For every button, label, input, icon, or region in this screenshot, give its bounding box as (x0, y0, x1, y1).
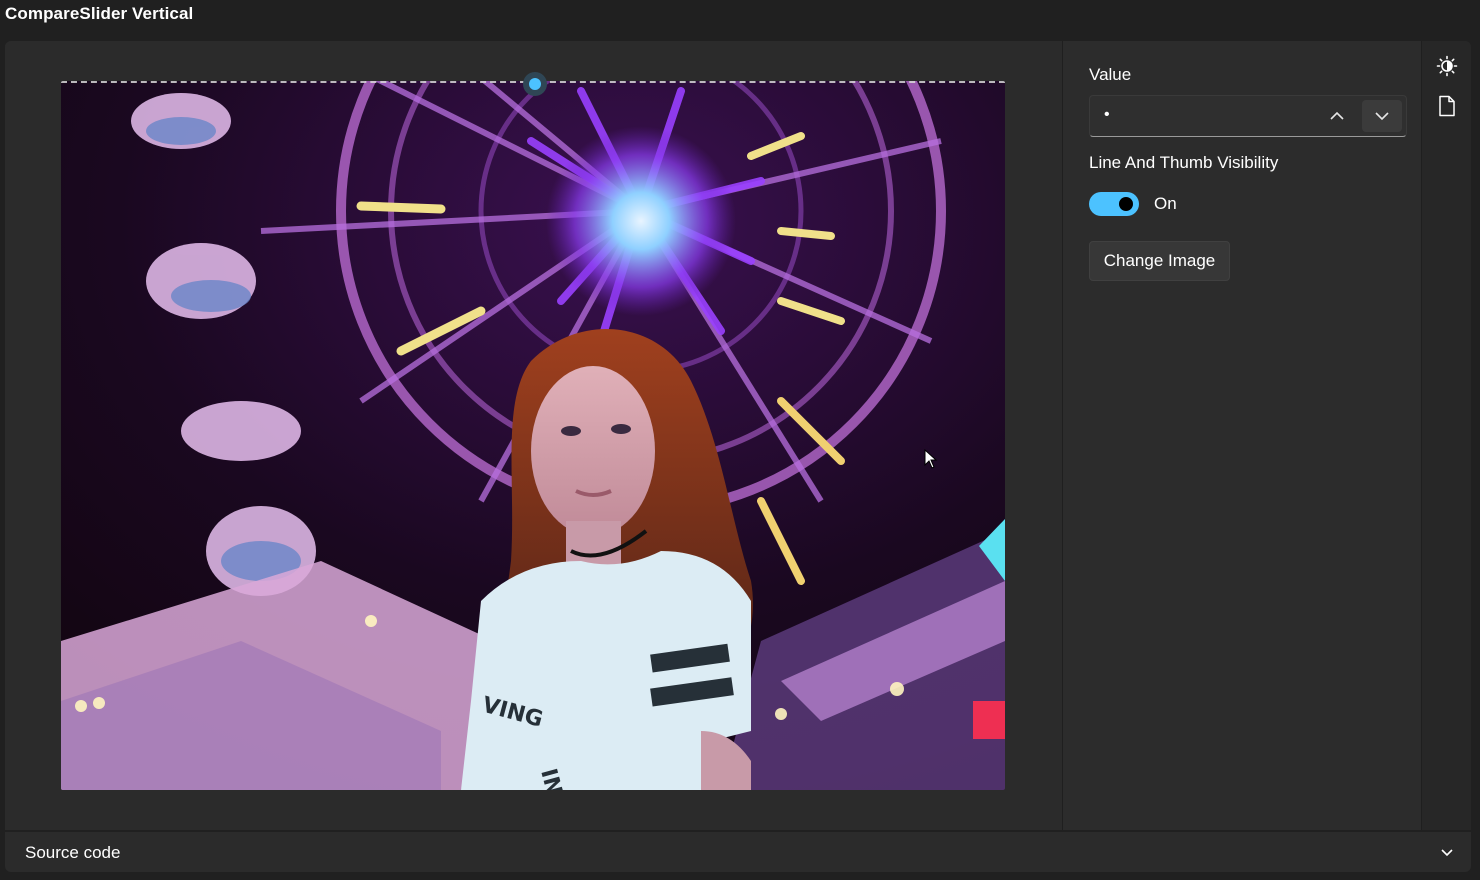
source-code-expander[interactable]: Source code (5, 832, 1471, 872)
source-code-label: Source code (25, 843, 121, 862)
page-title: CompareSlider Vertical (5, 4, 194, 23)
compare-slider[interactable]: VING IN (61, 81, 1005, 790)
value-input[interactable]: • (1104, 106, 1110, 124)
demo-area: VING IN (5, 41, 1062, 830)
chevron-down-icon (1375, 112, 1389, 121)
sample-card: VING IN Value • Line And Thumb Visibilit… (5, 41, 1471, 830)
mouse-cursor-icon (924, 449, 938, 469)
spin-down-button[interactable] (1362, 100, 1402, 132)
slider-thumb[interactable] (523, 72, 547, 96)
value-numberbox[interactable]: • (1089, 95, 1407, 137)
document-icon (1439, 95, 1455, 117)
slider-thumb-dot (529, 78, 541, 90)
line-thumb-visibility-label: Line And Thumb Visibility (1089, 153, 1279, 172)
change-image-button[interactable]: Change Image (1089, 241, 1230, 281)
side-toolbar (1421, 41, 1471, 830)
toggle-state-text: On (1154, 194, 1177, 213)
comparison-image: VING IN (61, 81, 1005, 790)
chevron-up-icon (1330, 111, 1344, 120)
chevron-down-icon (1441, 849, 1453, 857)
theme-toggle-button[interactable] (1435, 54, 1459, 78)
spin-up-button[interactable] (1317, 100, 1357, 132)
line-thumb-visibility-toggle[interactable] (1089, 192, 1139, 216)
toggle-knob (1119, 197, 1133, 211)
theme-toggle-icon (1436, 55, 1458, 77)
options-pane: Value • Line And Thumb Visibility On Cha… (1062, 41, 1421, 830)
view-source-button[interactable] (1435, 94, 1459, 118)
value-label: Value (1089, 65, 1132, 84)
